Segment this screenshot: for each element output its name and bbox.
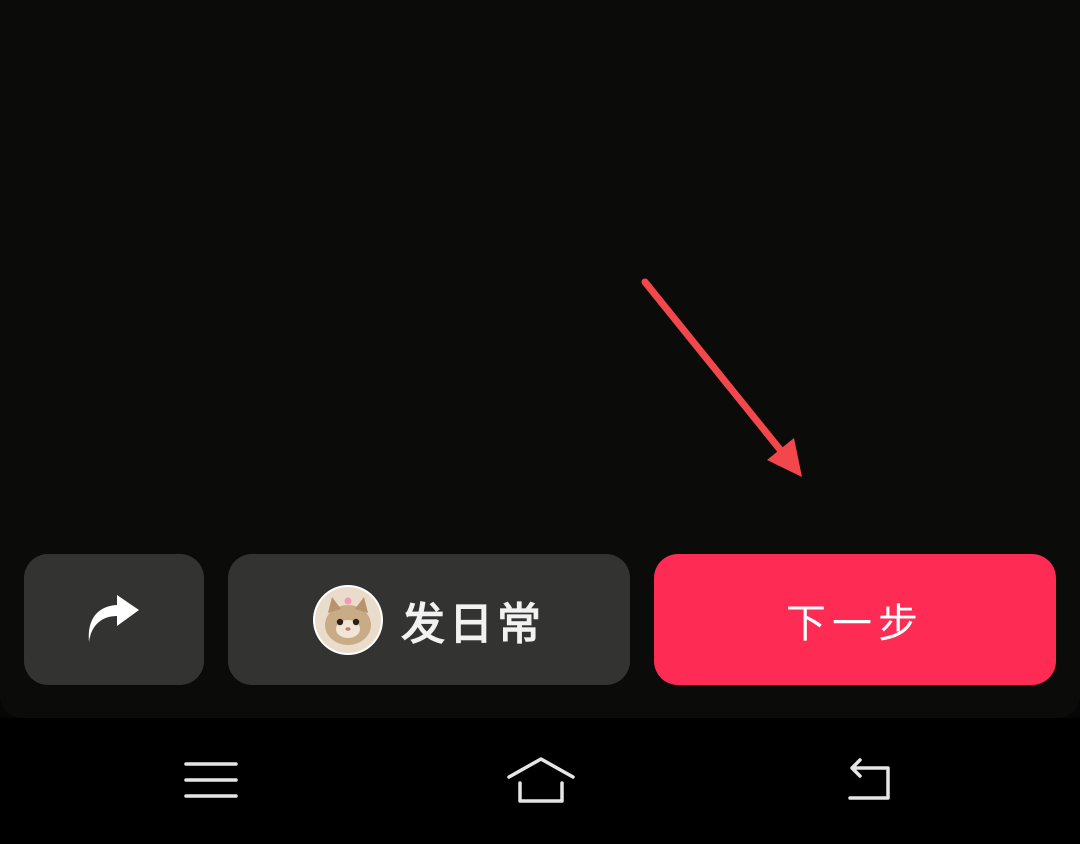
next-step-button[interactable]: 下一步 (654, 554, 1056, 685)
nav-back-button[interactable] (829, 754, 909, 810)
back-icon (840, 756, 898, 808)
next-step-label: 下一步 (786, 600, 924, 647)
system-navigation-bar (0, 718, 1080, 844)
avatar (313, 584, 383, 655)
home-icon (505, 755, 577, 809)
screen: 发日常 下一步 (0, 0, 1080, 844)
share-button[interactable] (24, 554, 204, 685)
nav-menu-button[interactable] (171, 754, 251, 810)
share-arrow-icon (85, 593, 143, 647)
nav-home-button[interactable] (501, 754, 581, 810)
menu-icon (184, 758, 238, 806)
post-daily-label: 发日常 (401, 598, 545, 650)
post-daily-button[interactable]: 发日常 (228, 554, 630, 685)
cat-avatar-icon (315, 586, 381, 653)
